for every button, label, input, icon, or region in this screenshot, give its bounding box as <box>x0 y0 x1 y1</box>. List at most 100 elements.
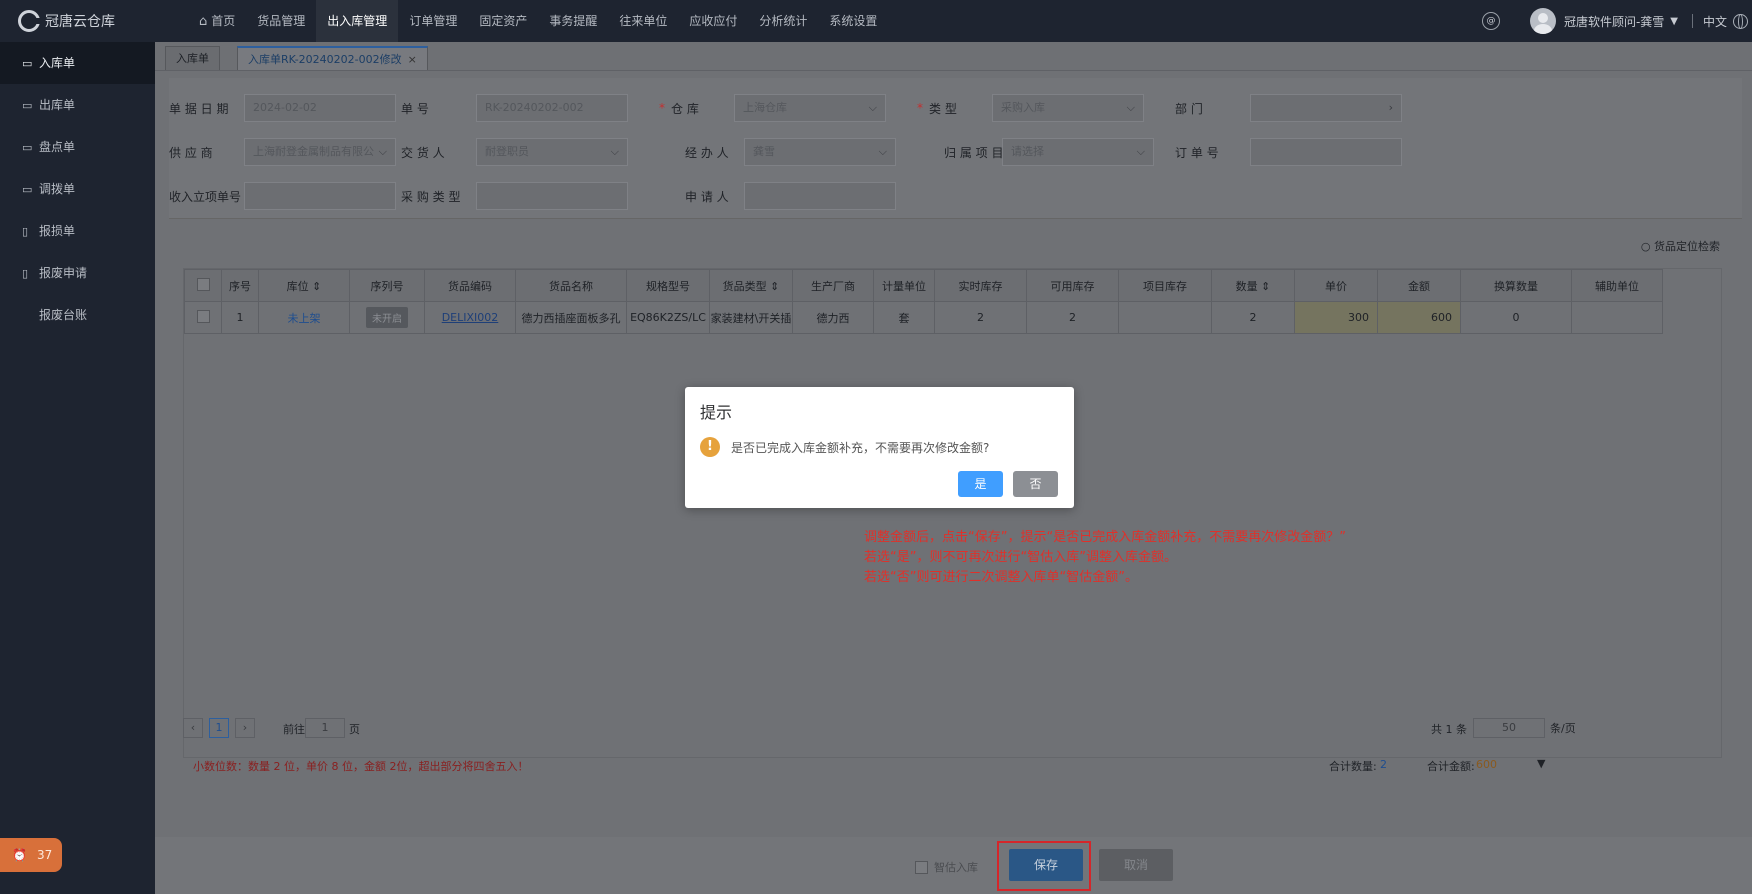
summary-bar: 小数位数：数量 2 位，单价 8 位，金额 2位，超出部分将四舍五入！ 合计数量… <box>193 757 1546 773</box>
field-purchase-type: 采 购 类 型 <box>401 182 628 210</box>
confirm-no-button[interactable]: 否 <box>1013 471 1058 497</box>
chevron-down-icon[interactable]: ▼ <box>1537 757 1545 770</box>
save-button[interactable]: 保存 <box>1009 849 1083 881</box>
field-dept: 部 门 › <box>1175 94 1402 122</box>
user-name[interactable]: 冠唐软件顾问-龚雪 <box>1564 13 1664 30</box>
project-select[interactable]: 请选择 ⌵ <box>1002 138 1154 166</box>
tab-inbound-list[interactable]: 入库单 <box>165 46 220 70</box>
col-header: 单价 <box>1294 269 1378 302</box>
field-applicant: 申 请 人 <box>685 182 896 210</box>
purchase-type-input[interactable] <box>476 182 628 210</box>
sidebar-item-inbound[interactable]: ▭ 入库单 <box>0 42 155 84</box>
language-switch[interactable]: 中文 <box>1703 13 1727 30</box>
sidebar-item-transfer[interactable]: ▭ 调拨单 <box>0 168 155 210</box>
page-number[interactable]: 1 <box>209 718 229 738</box>
sort-icon[interactable]: ⇕ <box>767 280 779 293</box>
col-header: 辅助单位 <box>1571 269 1663 302</box>
location-link[interactable]: 未上架 <box>258 301 350 334</box>
sidebar-item-scrap-request[interactable]: ▯ 报废申请 <box>0 252 155 294</box>
goods-locate-search[interactable]: ○ 货品定位检索 <box>1641 238 1720 254</box>
notification-badge[interactable]: ⏰ 37 <box>0 838 62 872</box>
nav-home[interactable]: ⌂ 首页 <box>188 0 246 42</box>
field-warehouse: * 仓 库上海仓库 ⌵ <box>659 94 886 122</box>
nav-assets[interactable]: 固定资产 <box>468 0 538 42</box>
pagination: ‹ 1 › 前往 1 页 共 1 条 50 条/页 <box>183 712 1722 742</box>
cancel-button[interactable]: 取消 <box>1099 849 1173 881</box>
col-header: 规格型号 <box>626 269 710 302</box>
field-type: * 类 型采购入库 ⌵ <box>917 94 1144 122</box>
field-date: 单 据 日 期 2024-02-02 <box>169 94 396 122</box>
sort-icon[interactable]: ⇕ <box>1258 280 1270 293</box>
date-input[interactable]: 2024-02-02 <box>244 94 396 122</box>
price-cell[interactable]: 300 <box>1294 301 1378 334</box>
total-qty: 2 <box>1380 758 1387 771</box>
field-number: 单 号 RK-20240202-002 <box>401 94 628 122</box>
close-icon[interactable]: × <box>408 53 417 66</box>
col-header: 序列号 <box>349 269 425 302</box>
chevron-down-icon: ⌵ <box>1126 101 1135 114</box>
warning-icon: ! <box>700 437 720 457</box>
chevron-right-icon: › <box>1388 101 1393 114</box>
confirm-dialog: 提示 ! 是否已完成入库金额补充，不需要再次修改金额? 是 否 <box>685 387 1074 508</box>
col-header-sortable[interactable]: 数量 ⇕ <box>1211 269 1295 302</box>
dept-select[interactable]: › <box>1250 94 1402 122</box>
globe-icon[interactable] <box>1733 13 1748 29</box>
goods-code-link[interactable]: DELIXI002 <box>442 311 499 324</box>
goods-table: 序号 库位 ⇕ 序列号 货品编码 货品名称 规格型号 货品类型 ⇕ 生产厂商 计… <box>184 269 1663 334</box>
next-page-button[interactable]: › <box>235 718 255 738</box>
nav-orders[interactable]: 订单管理 <box>398 0 468 42</box>
confirm-yes-button[interactable]: 是 <box>958 471 1003 497</box>
nav-goods[interactable]: 货品管理 <box>246 0 316 42</box>
prev-page-button[interactable]: ‹ <box>183 718 203 738</box>
number-input[interactable]: RK-20240202-002 <box>476 94 628 122</box>
smart-estimate-checkbox[interactable]: 智估入库 <box>915 859 978 875</box>
handler-select[interactable]: 龚雪 ⌵ <box>744 138 896 166</box>
page-size-select[interactable]: 50 <box>1473 718 1545 738</box>
nav-reminders[interactable]: 事务提醒 <box>538 0 608 42</box>
order-input[interactable] <box>1250 138 1402 166</box>
col-header-sortable[interactable]: 货品类型 ⇕ <box>709 269 793 302</box>
income-input[interactable] <box>244 182 396 210</box>
app-name: 冠唐云仓库 <box>45 14 115 30</box>
nav-settings[interactable]: 系统设置 <box>818 0 888 42</box>
col-header: 货品名称 <box>515 269 627 302</box>
tutorial-annotation: 调整金额后，点击“保存”，提示“是否已完成入库金额补充，不需要再次修改金额？” … <box>864 530 1346 585</box>
app-logo[interactable]: 冠唐云仓库 <box>18 9 115 33</box>
nav-inout[interactable]: 出入库管理 <box>316 0 399 42</box>
select-all-checkbox[interactable] <box>196 277 210 291</box>
chevron-down-icon[interactable]: ▼ <box>1670 16 1678 27</box>
folder-icon: ▭ <box>22 141 33 154</box>
nav-partners[interactable]: 往来单位 <box>608 0 678 42</box>
col-header-sortable[interactable]: 库位 ⇕ <box>258 269 350 302</box>
sidebar-item-outbound[interactable]: ▭ 出库单 <box>0 84 155 126</box>
help-icon[interactable]: @ <box>1481 12 1500 30</box>
folder-icon: ▭ <box>22 183 33 196</box>
serial-status[interactable]: 未开启 <box>366 307 408 328</box>
applicant-input[interactable] <box>744 182 896 210</box>
nav-analysis[interactable]: 分析统计 <box>748 0 818 42</box>
nav-finance[interactable]: 应收应付 <box>678 0 748 42</box>
sidebar-item-loss[interactable]: ▯ 报损单 <box>0 210 155 252</box>
type-select[interactable]: 采购入库 ⌵ <box>992 94 1144 122</box>
deliverer-select[interactable]: 耐登职员 ⌵ <box>476 138 628 166</box>
table-row[interactable]: 1 未上架 未开启 DELIXI002 德力西插座面板多孔 EQ86K2ZS/L… <box>184 301 1663 334</box>
col-header: 金额 <box>1377 269 1461 302</box>
field-income: 收入立项单号 <box>169 182 396 210</box>
table-header-row: 序号 库位 ⇕ 序列号 货品编码 货品名称 规格型号 货品类型 ⇕ 生产厂商 计… <box>184 269 1663 302</box>
sidebar-item-scrap-ledger[interactable]: 报废台账 <box>0 294 155 336</box>
warehouse-select[interactable]: 上海仓库 ⌵ <box>734 94 886 122</box>
goto-page-input[interactable]: 1 <box>305 718 345 738</box>
supplier-select[interactable]: 上海耐登金属制品有限公 ⌵ <box>244 138 396 166</box>
total-amount: 600 <box>1476 758 1497 771</box>
sort-icon[interactable]: ⇕ <box>309 280 321 293</box>
field-handler: 经 办 人龚雪 ⌵ <box>685 138 896 166</box>
document-icon: ▯ <box>22 225 29 238</box>
amount-cell[interactable]: 600 <box>1377 301 1461 334</box>
alarm-icon: ⏰ <box>12 848 27 862</box>
sidebar-item-stocktake[interactable]: ▭ 盘点单 <box>0 126 155 168</box>
avatar[interactable] <box>1529 8 1556 34</box>
row-checkbox[interactable] <box>196 309 210 323</box>
logo-icon <box>18 10 40 32</box>
tab-inbound-edit[interactable]: 入库单RK-20240202-002修改 × <box>237 46 428 70</box>
footer-bar: 智估入库 保存 取消 <box>155 837 1752 894</box>
